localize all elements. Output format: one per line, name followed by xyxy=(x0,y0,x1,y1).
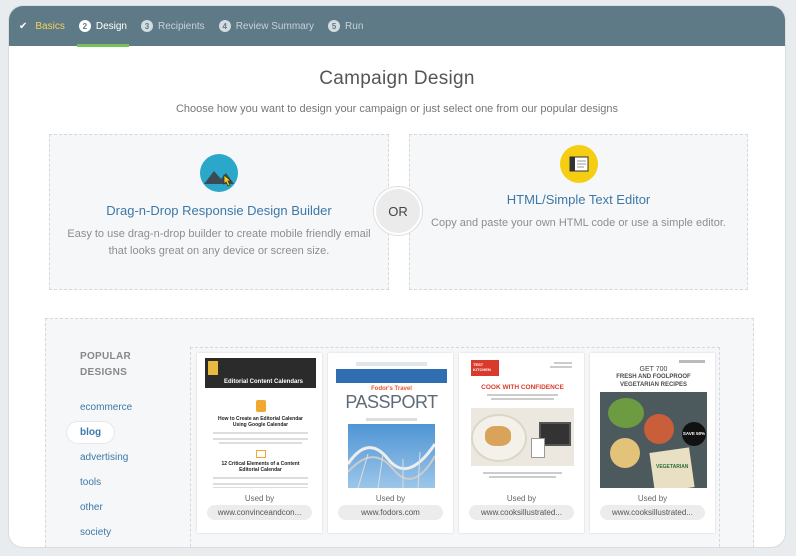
step-number: 4 xyxy=(218,20,231,32)
food-photo xyxy=(471,408,574,466)
step-label: Recipients xyxy=(157,20,205,32)
popular-label: DESIGNS xyxy=(80,367,128,378)
step-label: Basics xyxy=(35,20,65,32)
template-card[interactable]: Fodor's Travel PASSPORT Used by www.fodo… xyxy=(328,353,453,533)
step-recipients[interactable]: 3 Recipients xyxy=(140,6,205,46)
html-editor-option[interactable]: HTML/Simple Text Editor Copy and paste y… xyxy=(409,134,748,290)
category-blog[interactable]: blog xyxy=(67,422,115,443)
step-number: 2 xyxy=(78,20,91,32)
used-by-label: Used by xyxy=(244,494,275,503)
template-url[interactable]: www.fodors.com xyxy=(338,505,443,520)
html-editor-description: Copy and paste your own HTML code or use… xyxy=(431,217,726,229)
dnd-desc-line: that looks great on any device or screen… xyxy=(108,245,330,257)
step-label: Review Summary xyxy=(235,20,315,32)
thumb-title: Editorial Content Calendars xyxy=(223,379,303,385)
thumb-line: FRESH AND FOOLPROOF xyxy=(616,374,691,380)
dnd-builder-description: Easy to use drag-n-drop builder to creat… xyxy=(50,226,388,260)
thumb-book-title: VEGETARIAN xyxy=(656,464,689,470)
template-url[interactable]: www.convinceandcon... xyxy=(207,505,312,520)
thumb-heading: How to Create an Editorial Calendar Usin… xyxy=(217,416,304,428)
step-label: Design xyxy=(95,20,127,32)
template-card[interactable]: Editorial Content Calendars How to Creat… xyxy=(197,353,322,533)
thumb-line: GET 700 xyxy=(639,366,668,373)
step-label: Run xyxy=(345,20,364,32)
template-thumbnail: GET 700 FRESH AND FOOLPROOF VEGETARIAN R… xyxy=(598,358,709,488)
rollercoaster-photo xyxy=(348,424,435,488)
template-thumbnail: Fodor's Travel PASSPORT xyxy=(336,358,447,488)
or-divider: OR xyxy=(374,187,422,235)
thumb-title: COOK WITH CONFIDENCE xyxy=(481,384,564,391)
drag-drop-builder-icon xyxy=(200,154,238,192)
dnd-builder-heading: Drag-n-Drop Responsie Design Builder xyxy=(106,203,332,218)
laptop-icon xyxy=(255,450,266,458)
category-society[interactable]: society xyxy=(80,520,160,545)
save-badge: SAVE 50% xyxy=(682,422,706,446)
design-options: Drag-n-Drop Responsie Design Builder Eas… xyxy=(49,134,749,290)
page-subtitle: Choose how you want to design your campa… xyxy=(175,103,619,115)
thumb-title: PASSPORT xyxy=(345,392,438,412)
step-number: 3 xyxy=(140,20,153,32)
template-card[interactable]: GET 700 FRESH AND FOOLPROOF VEGETARIAN R… xyxy=(590,353,715,533)
thumb-line: VEGETARIAN RECIPES xyxy=(620,382,687,388)
category-tools[interactable]: tools xyxy=(80,470,160,495)
popular-label: POPULAR xyxy=(80,351,131,362)
template-thumbnail: TEST KITCHEN COOK WITH CONFIDENCE xyxy=(467,358,578,488)
step-review-summary[interactable]: 4 Review Summary xyxy=(218,6,315,46)
dnd-desc-line: Easy to use drag-n-drop builder to creat… xyxy=(67,228,371,240)
step-design[interactable]: 2 Design xyxy=(76,6,130,47)
used-by-label: Used by xyxy=(375,494,406,503)
html-editor-icon xyxy=(559,145,598,183)
category-sidebar: POPULAR DESIGNS ecommerce blog advertisi… xyxy=(67,349,160,545)
step-number: 5 xyxy=(328,20,341,32)
food-photo: VEGETARIAN SAVE 50% xyxy=(600,392,707,488)
popular-designs-panel: POPULAR DESIGNS ecommerce blog advertisi… xyxy=(45,318,754,547)
step-basics[interactable]: ✔ Basics xyxy=(19,6,65,46)
page-title: Campaign Design xyxy=(319,68,475,89)
thumb-heading: 12 Critical Elements of a Content Editor… xyxy=(221,461,300,473)
bulb-icon xyxy=(255,400,266,412)
category-other[interactable]: other xyxy=(80,495,160,520)
thumb-header: Editorial Content Calendars xyxy=(205,358,316,388)
template-url[interactable]: www.cooksillustrated... xyxy=(469,505,574,520)
category-advertising[interactable]: advertising xyxy=(80,445,160,470)
used-by-label: Used by xyxy=(506,494,537,503)
template-gallery: Editorial Content Calendars How to Creat… xyxy=(190,347,720,547)
template-url[interactable]: www.cooksillustrated... xyxy=(600,505,705,520)
thumb-brand: TEST KITCHEN xyxy=(471,360,499,376)
used-by-label: Used by xyxy=(637,494,668,503)
wizard-stepper: ✔ Basics 2 Design 3 Recipients 4 Review … xyxy=(9,6,785,47)
checkmark-icon: ✔ xyxy=(19,20,28,32)
dnd-builder-option[interactable]: Drag-n-Drop Responsie Design Builder Eas… xyxy=(49,134,389,290)
html-editor-heading: HTML/Simple Text Editor xyxy=(506,192,651,207)
template-thumbnail: Editorial Content Calendars How to Creat… xyxy=(205,358,316,488)
template-card[interactable]: TEST KITCHEN COOK WITH CONFIDENCE Used b… xyxy=(459,353,584,533)
step-run[interactable]: 5 Run xyxy=(328,6,363,46)
category-ecommerce[interactable]: ecommerce xyxy=(80,395,160,420)
app-frame: ✔ Basics 2 Design 3 Recipients 4 Review … xyxy=(9,6,785,547)
